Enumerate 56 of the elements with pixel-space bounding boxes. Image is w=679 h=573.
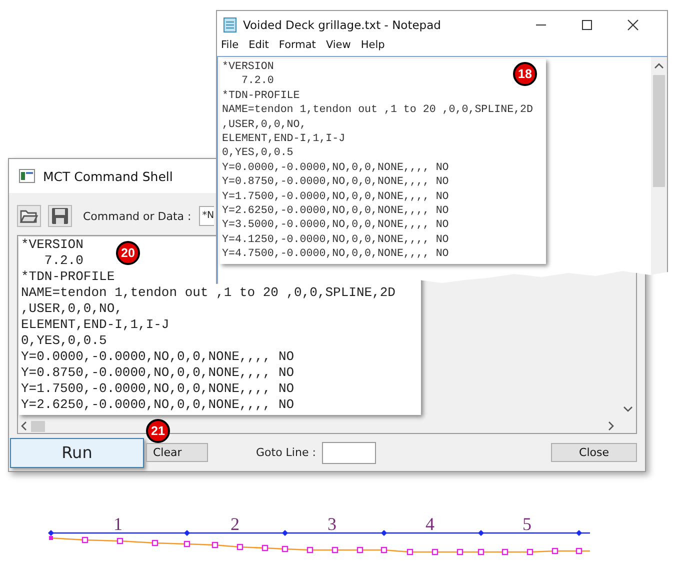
app-icon	[19, 169, 35, 183]
text-line: *TDN-PROFILE	[20, 269, 115, 285]
element-number: 2	[230, 514, 240, 534]
text-line: Y=0.8750,-0.0000,NO,0,0,NONE,,,, NO	[221, 175, 449, 190]
menu-item[interactable]: View	[326, 39, 351, 56]
close-icon[interactable]	[627, 19, 639, 31]
maximize-icon[interactable]	[581, 19, 593, 31]
command-field[interactable]: *N	[199, 206, 214, 226]
element-number: 3	[328, 514, 336, 534]
folder-icon	[19, 208, 39, 224]
text-line: *VERSION	[221, 60, 274, 74]
text-line: NAME=tendon 1,tendon out ,1 to 20 ,0,0,SPLINE,2D	[221, 103, 534, 118]
close-button[interactable]: Close	[551, 443, 637, 462]
goto-line-field[interactable]	[322, 442, 376, 464]
open-button[interactable]	[17, 205, 41, 227]
window-title: MCT Command Shell	[43, 168, 173, 184]
scroll-thumb[interactable]	[653, 75, 665, 187]
text-line: ,USER,0,0,NO,	[221, 118, 306, 132]
element-number: 1	[114, 514, 122, 534]
text-line: Y=0.0000,-0.0000,NO,0,0,NONE,,,, NO	[20, 349, 294, 365]
text-line: 0,YES,0,0.5	[20, 333, 107, 349]
text-line: 7.2.0	[43, 253, 84, 269]
text-line: Y=2.6250,-0.0000,NO,0,0,NONE,,,, NO	[221, 204, 449, 218]
menu-item[interactable]: Help	[360, 39, 385, 56]
text-line: ELEMENT,END-I,1,I-J	[221, 132, 346, 146]
text-line: ELEMENT,END-I,1,I-J	[20, 317, 170, 333]
text-line: 7.2.0	[240, 74, 274, 89]
text-line: Y=4.1250,-0.0000,NO,0,0,NONE,,,, NO	[221, 232, 449, 248]
menu-item[interactable]: Edit	[248, 39, 269, 56]
text-line: Y=1.7500,-0.0000,NO,0,0,NONE,,,, NO	[221, 190, 449, 204]
notepad-icon	[223, 17, 237, 33]
clear-button[interactable]: Clear	[146, 443, 208, 462]
text-line: ,USER,0,0,NO,	[20, 301, 122, 317]
number-badge: 18	[513, 62, 537, 86]
text-line: NAME=tendon 1,tendon out ,1 to 20 ,0,0,SPLINE,2D	[20, 285, 396, 301]
element-number: 4	[426, 514, 434, 534]
text-line: *TDN-PROFILE	[221, 88, 300, 104]
text-line: Y=3.5000,-0.0000,NO,0,0,NONE,,,, NO	[221, 218, 449, 233]
text-line: Y=0.8750,-0.0000,NO,0,0,NONE,,,, NO	[20, 365, 294, 381]
window-title: Voided Deck grillage.txt - Notepad	[243, 18, 442, 32]
number-badge: 21	[146, 419, 170, 443]
command-label: Command or Data :	[83, 210, 192, 222]
number-badge: 20	[116, 241, 140, 265]
element-number: 5	[522, 514, 532, 534]
text-line: 0,YES,0,0.5	[221, 146, 294, 161]
text-line: Y=2.6250,-0.0000,NO,0,0,NONE,,,, NO	[20, 397, 294, 413]
text-line: *VERSION	[20, 237, 84, 253]
menu-item[interactable]: File	[221, 39, 239, 56]
save-button[interactable]	[48, 205, 72, 227]
scroll-thumb[interactable]	[31, 420, 45, 432]
menu-item[interactable]: Format	[278, 39, 316, 56]
run-button[interactable]: Run	[10, 438, 144, 468]
text-line: Y=1.7500,-0.0000,NO,0,0,NONE,,,, NO	[20, 381, 294, 397]
text-line: Y=0.0000,-0.0000,NO,0,0,NONE,,,, NO	[221, 160, 449, 176]
goto-line-label: Goto Line :	[256, 446, 316, 459]
text-line: Y=4.7500,-0.0000,NO,0,0,NONE,,,, NO	[221, 247, 449, 262]
